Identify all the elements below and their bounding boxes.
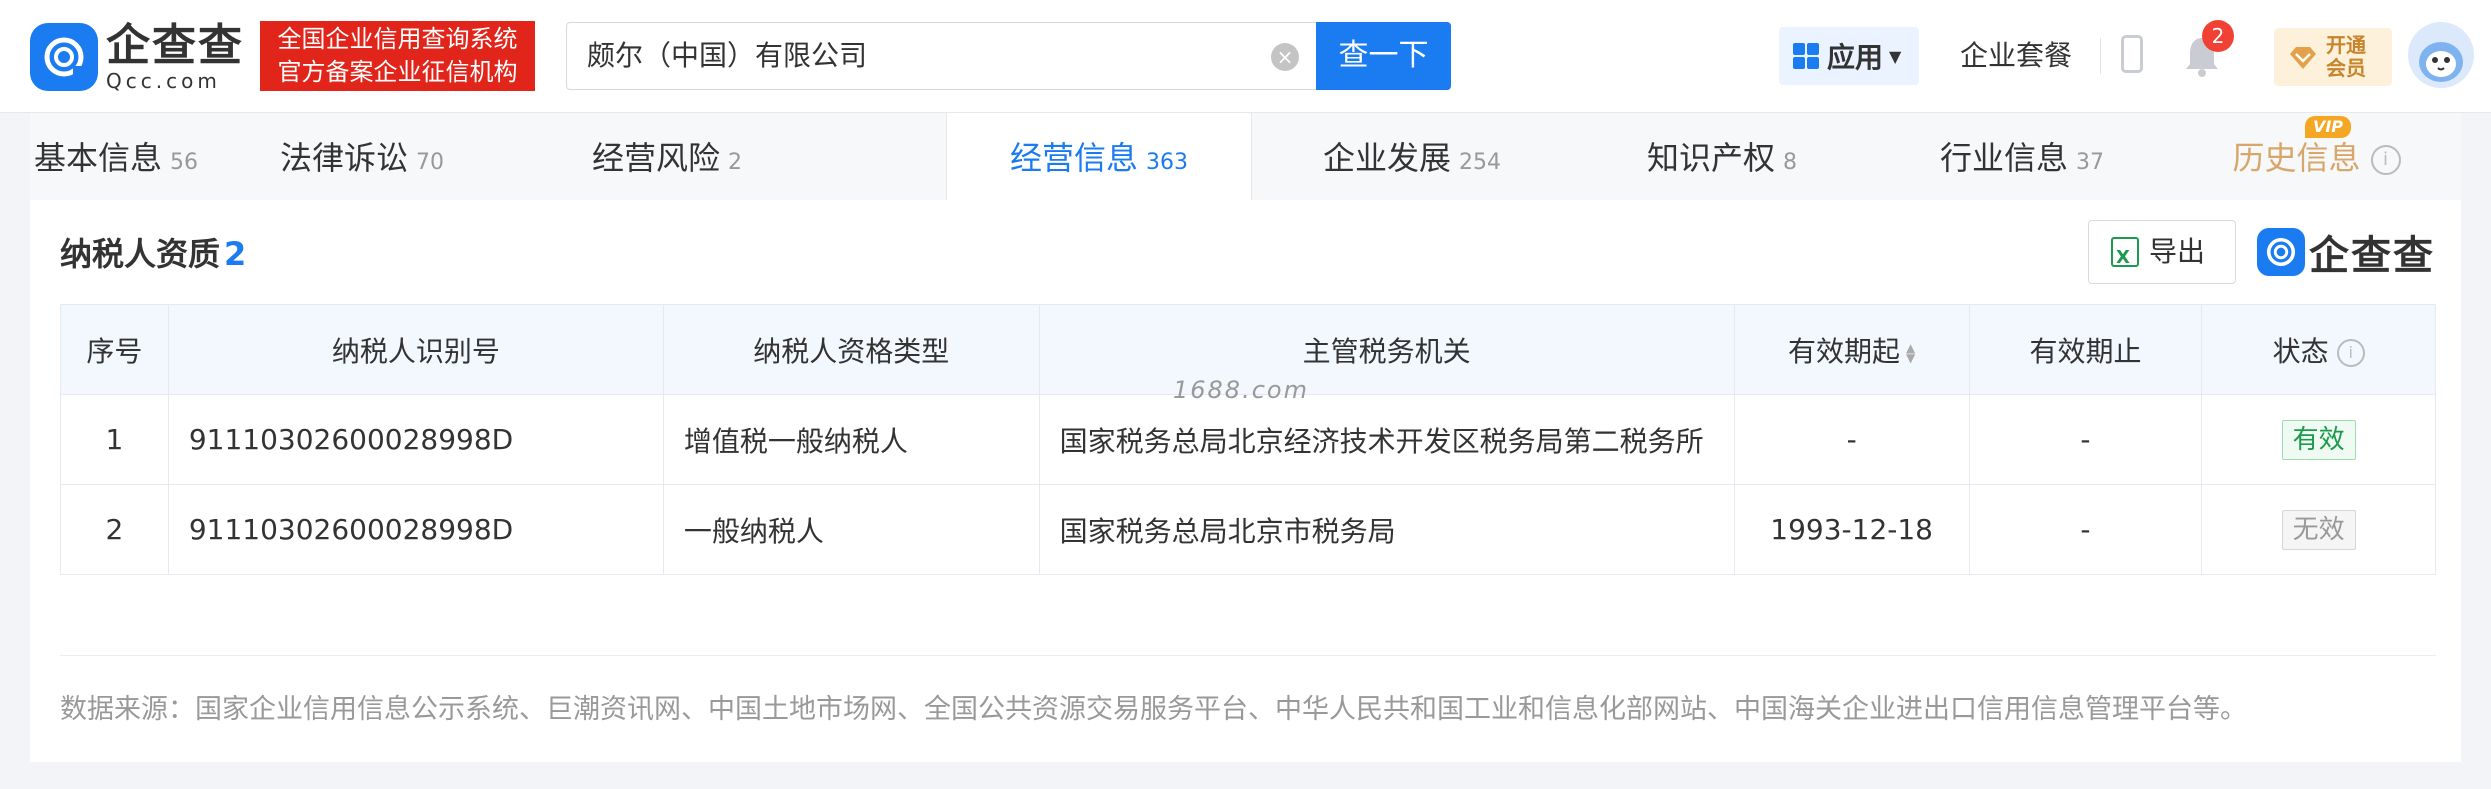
qcc-logo-icon — [30, 23, 98, 91]
cell-end-date: - — [1968, 394, 2203, 485]
cell-no: 2 — [60, 484, 169, 575]
taxpayer-table: 序号 纳税人识别号 纳税人资格类型 主管税务机关 有效期起 ▲ ▼ 有效期止 状态 i… — [60, 304, 2436, 575]
cell-status: 无效 — [2201, 484, 2436, 575]
apps-label: 应用 — [1827, 41, 1884, 74]
data-source-note: 数据来源：国家企业信用信息公示系统、巨潮资讯网、中国土地市场网、全国公共资源交易… — [60, 694, 2247, 725]
tab-risk[interactable]: 经营风险 2 — [522, 113, 812, 200]
info-icon: i — [2370, 145, 2401, 175]
status-badge: 有效 — [2281, 419, 2356, 460]
qcc-brand-icon — [2257, 228, 2305, 276]
header-divider — [2100, 38, 2101, 74]
tab-ip[interactable]: 知识产权 8 — [1572, 113, 1872, 200]
header-authority: 主管税务机关 — [1038, 304, 1735, 395]
official-badge-line2: 官方备案企业征信机构 — [277, 58, 518, 86]
qcc-logo[interactable]: 企查查 Qcc.com — [30, 22, 244, 92]
info-icon[interactable]: i — [2336, 338, 2365, 367]
cell-taxpayer-id: 91110302600028998D — [167, 394, 664, 485]
enterprise-suite-link[interactable]: 企业套餐 — [1960, 34, 2072, 78]
cell-authority: 国家税务总局北京经济技术开发区税务局第二税务所 — [1038, 394, 1735, 485]
section-count: 2 — [224, 235, 247, 273]
brand-text: 企查查 — [2309, 233, 2435, 279]
cell-no: 1 — [60, 394, 169, 485]
watermark: 1688.com — [1173, 376, 1309, 404]
taxpayer-qualification-card: 纳税人资质2 导出 企查查 序号 纳税人识别号 纳税人资格类型 主管税务机关 有… — [30, 200, 2461, 762]
header-type: 纳税人资格类型 — [662, 304, 1040, 395]
apps-menu-button[interactable]: 应用 ▼ — [1779, 27, 1919, 85]
tab-count: 254 — [1459, 150, 1501, 175]
header-no: 序号 — [60, 304, 169, 395]
tab-development[interactable]: 企业发展 254 — [1252, 113, 1572, 200]
cell-start-date: 1993-12-18 — [1733, 484, 1970, 575]
header-taxpayer-id: 纳税人识别号 — [167, 304, 664, 395]
cell-status: 有效 — [2201, 394, 2436, 485]
logo-en-text: Qcc.com — [106, 69, 221, 93]
tab-count: 363 — [1146, 150, 1188, 175]
cell-end-date: - — [1968, 484, 2203, 575]
search-button[interactable]: 查一下 — [1316, 22, 1451, 90]
top-header: 企查查 Qcc.com 全国企业信用查询系统 官方备案企业征信机构 颇尔（中国）… — [0, 0, 2491, 113]
tab-basic-info[interactable]: 基本信息 56 — [30, 113, 202, 200]
header-status: 状态 i — [2201, 304, 2436, 395]
tab-count: 56 — [170, 150, 198, 175]
vip-line2: 会员 — [2326, 56, 2366, 80]
official-badge-line1: 全国企业信用查询系统 — [277, 25, 518, 53]
section-tabs: 基本信息 56 法律诉讼 70 经营风险 2 经营信息 363 企业发展 254 知识产权… — [30, 113, 2461, 200]
apps-grid-icon — [1793, 43, 1819, 69]
export-label: 导出 — [2149, 235, 2206, 268]
official-badge: 全国企业信用查询系统 官方备案企业征信机构 — [260, 21, 535, 91]
header-start-date[interactable]: 有效期起 ▲ ▼ — [1733, 304, 1970, 395]
footer-divider — [60, 655, 2436, 656]
tab-industry[interactable]: 行业信息 37 — [1872, 113, 2172, 200]
mobile-app-icon[interactable] — [2121, 35, 2143, 73]
logo-cn-text: 企查查 — [106, 20, 244, 71]
caret-down-icon: ▼ — [1889, 46, 1902, 66]
vip-line1: 开通 — [2326, 33, 2366, 57]
notification-count-badge: 2 — [2202, 20, 2234, 52]
tab-count: 8 — [1783, 150, 1797, 175]
tab-count: 70 — [416, 150, 444, 175]
tab-operations[interactable]: 经营信息 363 — [946, 113, 1252, 200]
cell-start-date: - — [1733, 394, 1970, 485]
tab-legal[interactable]: 法律诉讼 70 — [202, 113, 522, 200]
open-vip-button[interactable]: 开通 会员 — [2274, 28, 2392, 86]
vip-tag: VIP — [2305, 116, 2351, 138]
status-badge: 无效 — [2281, 509, 2356, 550]
sort-icon[interactable]: ▲ ▼ — [1906, 342, 1915, 364]
cell-authority: 国家税务总局北京市税务局 — [1038, 484, 1735, 575]
cell-taxpayer-id: 91110302600028998D — [167, 484, 664, 575]
user-avatar[interactable] — [2408, 22, 2474, 88]
tab-count: 2 — [728, 150, 742, 175]
tab-count: 37 — [2076, 150, 2104, 175]
table-row: 1 91110302600028998D 增值税一般纳税人 国家税务总局北京经济… — [60, 394, 2436, 485]
excel-icon — [2111, 227, 2139, 289]
clear-icon[interactable]: × — [1271, 43, 1299, 71]
header-end-date: 有效期止 — [1968, 304, 2203, 395]
vip-diamond-icon — [2290, 47, 2316, 69]
cell-type: 一般纳税人 — [662, 484, 1040, 575]
qcc-brand-logo: 企查查 — [2257, 222, 2435, 282]
section-title: 纳税人资质 2 — [60, 235, 247, 273]
cell-type: 增值税一般纳税人 — [662, 394, 1040, 485]
export-button[interactable]: 导出 — [2088, 220, 2236, 289]
search-input-value[interactable]: 颇尔（中国）有限公司 — [587, 23, 867, 89]
table-row: 2 91110302600028998D 一般纳税人 国家税务总局北京市税务局 … — [60, 484, 2436, 575]
